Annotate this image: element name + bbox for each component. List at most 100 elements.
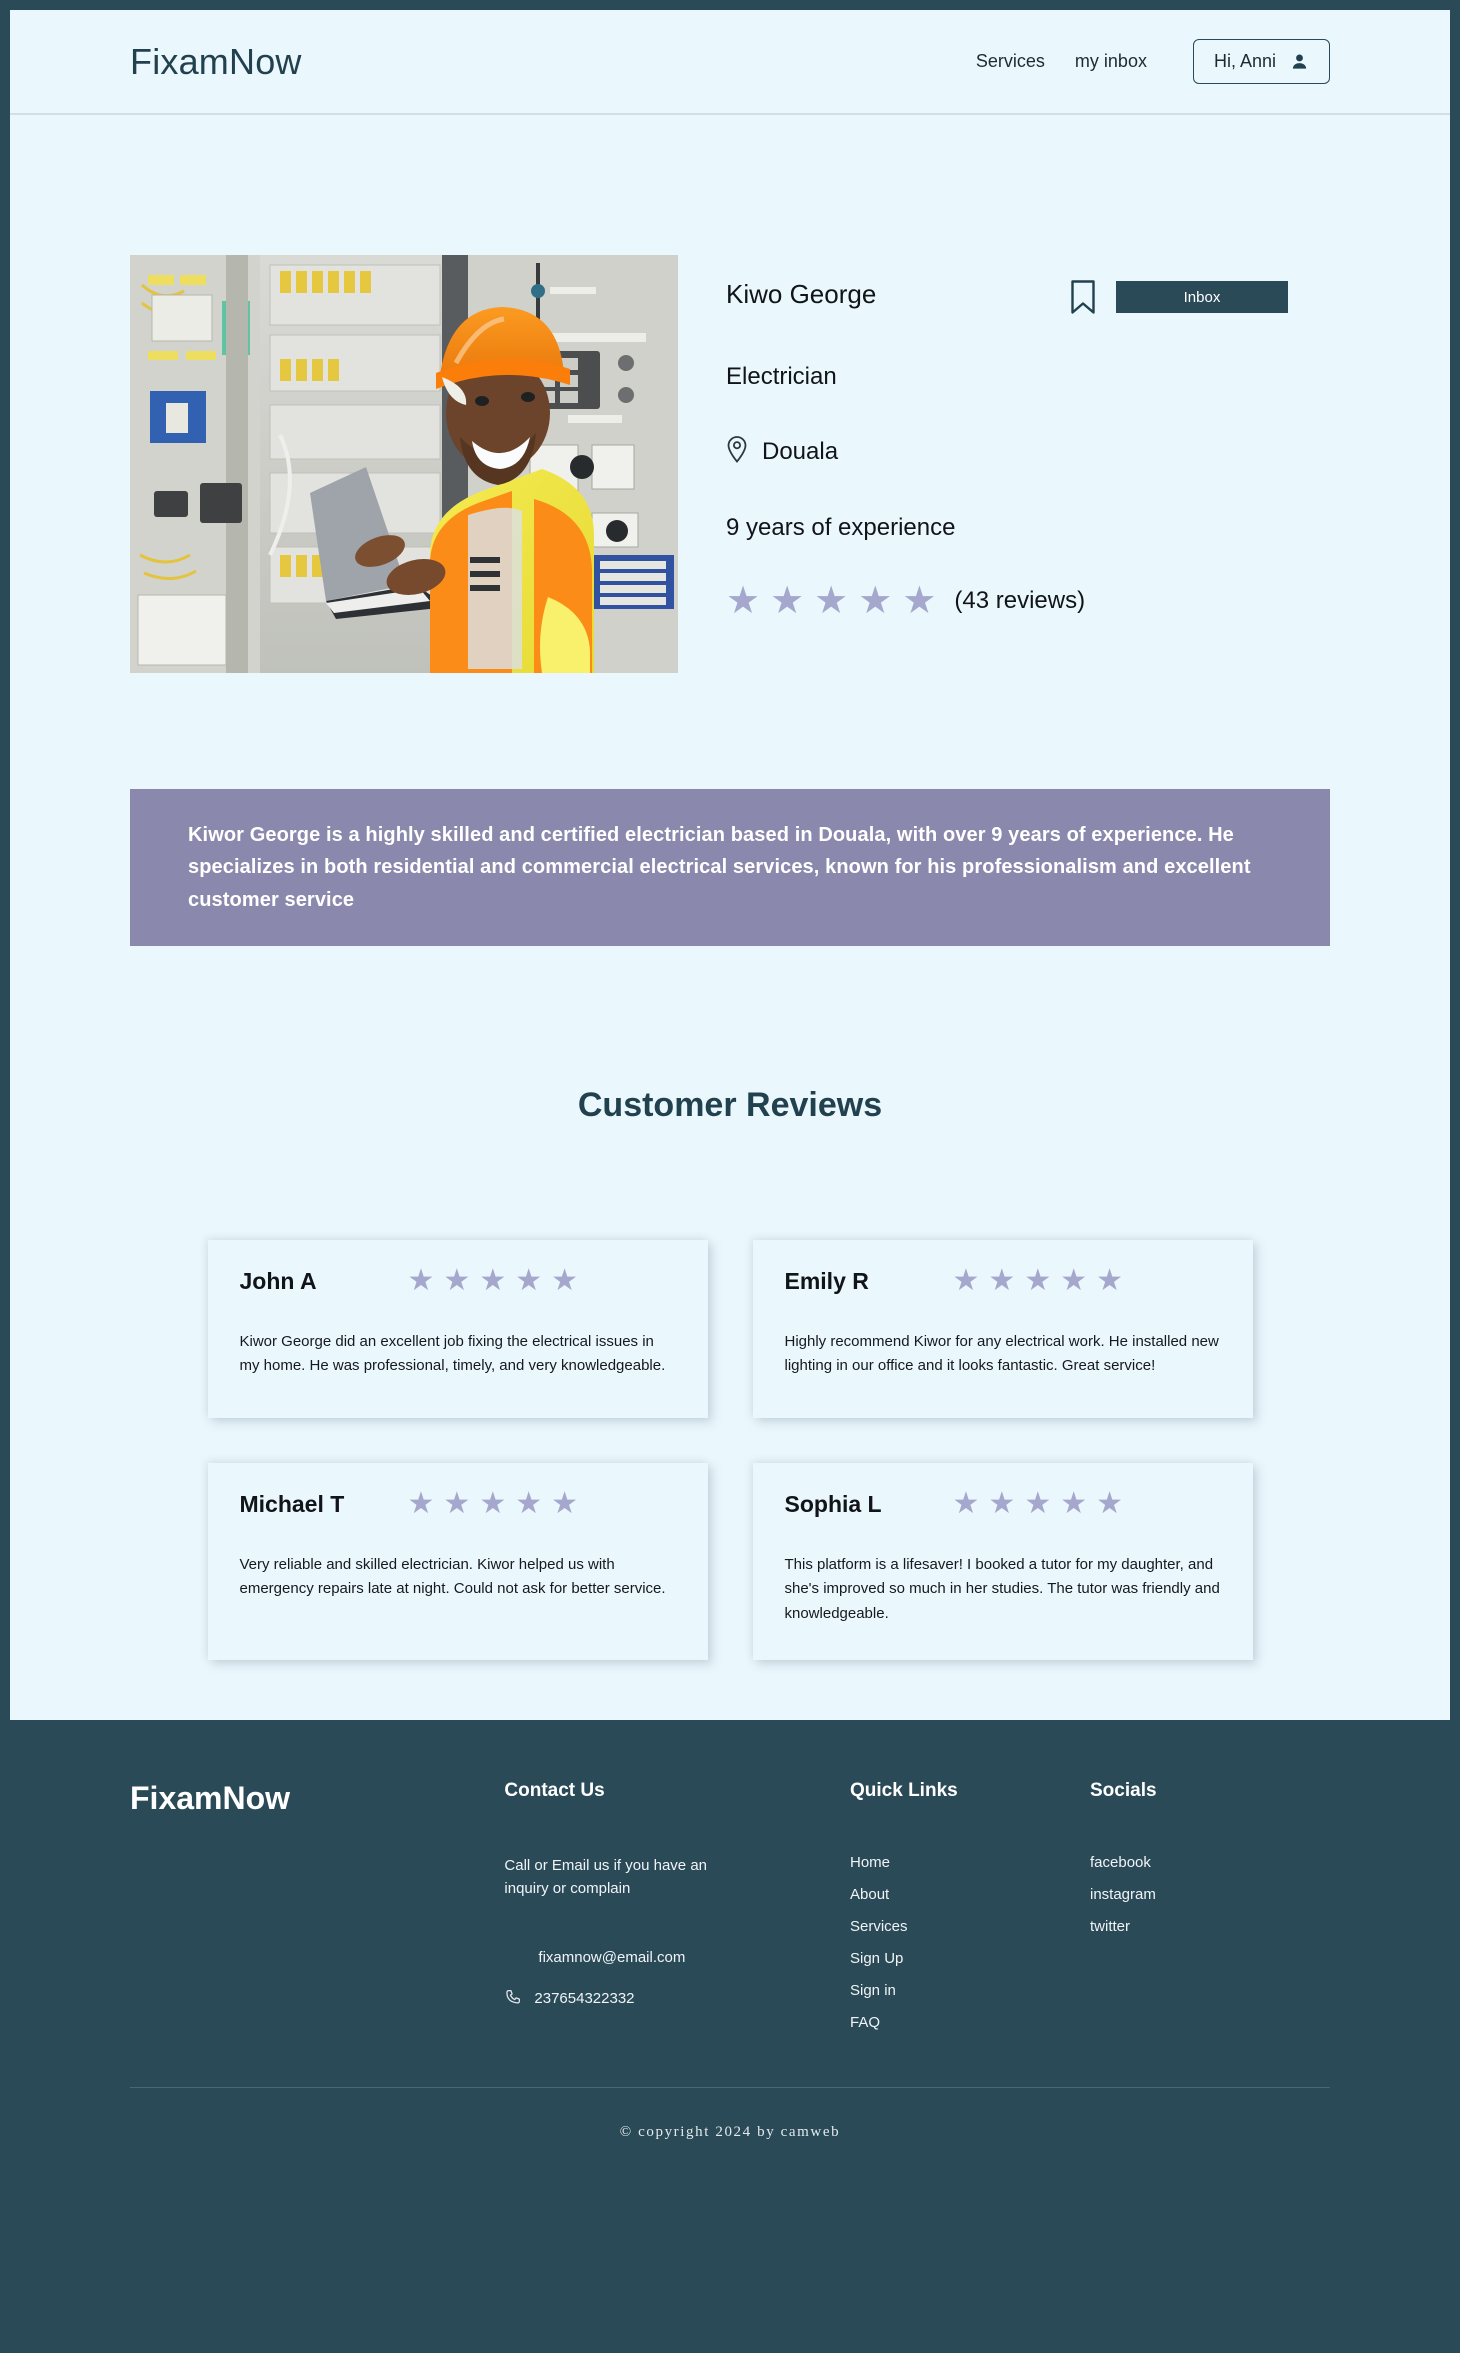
footer-list-item: Home [850, 1854, 1090, 1872]
inbox-button[interactable]: Inbox [1116, 281, 1288, 313]
bookmark-icon[interactable] [1070, 279, 1096, 315]
provider-profession: Electrician [726, 363, 837, 390]
star-icon: ★ [407, 1264, 435, 1298]
social-link-instagram[interactable]: instagram [1090, 1886, 1156, 1903]
review-text: Very reliable and skilled electrician. K… [239, 1556, 666, 1598]
footer-quick-links-list: Home About Services Sign Up Sign in FAQ [850, 1854, 1090, 2032]
provider-header-row: Kiwo George Inbox [726, 279, 1330, 315]
quick-link-faq[interactable]: FAQ [850, 2014, 880, 2031]
site-header: FixamNow Services my inbox Hi, Anni [10, 10, 1450, 115]
review-rating-stars: ★ ★ ★ ★ ★ [408, 1266, 579, 1296]
star-icon: ★ [726, 580, 761, 622]
reviewer-name: Michael T [239, 1490, 345, 1517]
provider-photo [130, 255, 678, 673]
footer-brand-logo[interactable]: FixamNow [130, 1780, 504, 1817]
rating-stars[interactable]: ★ ★ ★ ★ ★ [726, 582, 936, 620]
footer-list-item: instagram [1090, 1886, 1330, 1904]
footer-socials-list: facebook instagram twitter [1090, 1854, 1330, 1936]
main-navigation: Services my inbox Hi, Anni [974, 39, 1330, 84]
footer-phone-number: 237654322332 [534, 1990, 635, 2008]
footer-brand-column: FixamNow [130, 1780, 504, 1817]
review-header: John A ★ ★ ★ ★ ★ [240, 1266, 676, 1296]
main-content: Kiwo George Inbox Electrician Douala 9 y… [10, 115, 1450, 1721]
star-icon: ★ [515, 1487, 543, 1521]
footer-socials-heading: Socials [1090, 1780, 1157, 1802]
star-icon: ★ [407, 1487, 435, 1521]
star-icon: ★ [443, 1487, 471, 1521]
review-text: Kiwor George did an excellent job fixing… [239, 1333, 666, 1375]
provider-rating: ★ ★ ★ ★ ★ (43 reviews) [726, 582, 1330, 620]
review-header: Michael T ★ ★ ★ ★ ★ [240, 1489, 676, 1519]
site-footer: FixamNow Contact Us Call or Email us if … [10, 1720, 1450, 2188]
star-icon: ★ [515, 1264, 543, 1298]
quick-link-services[interactable]: Services [850, 1918, 908, 1935]
footer-socials-column: Socials facebook instagram twitter [1090, 1780, 1330, 1936]
footer-list-item: Services [850, 1918, 1090, 1936]
review-text: Highly recommend Kiwor for any electrica… [784, 1333, 1219, 1375]
star-icon: ★ [1060, 1487, 1088, 1521]
quick-link-about[interactable]: About [850, 1886, 889, 1903]
brand-logo[interactable]: FixamNow [130, 41, 302, 83]
star-icon: ★ [858, 580, 893, 622]
footer-list-item: FAQ [850, 2014, 1090, 2032]
footer-quick-links-column: Quick Links Home About Services Sign Up Sign… [850, 1780, 1090, 2032]
copyright-text: © copyright 2024 by camweb [619, 2124, 841, 2141]
star-icon: ★ [770, 580, 805, 622]
review-rating-stars: ★ ★ ★ ★ ★ [953, 1266, 1124, 1296]
location-text: Douala [762, 437, 839, 465]
star-icon: ★ [1096, 1264, 1124, 1298]
quick-link-home[interactable]: Home [850, 1854, 890, 1871]
footer-list-item: Sign in [850, 1982, 1090, 2000]
footer-contact-description: Call or Email us if you have an inquiry … [504, 1857, 708, 1898]
star-icon: ★ [1060, 1264, 1088, 1298]
quick-link-sign-in[interactable]: Sign in [850, 1982, 896, 1999]
review-header: Sophia L ★ ★ ★ ★ ★ [785, 1489, 1221, 1519]
star-icon: ★ [1096, 1487, 1124, 1521]
provider-actions: Inbox [1070, 279, 1330, 315]
review-header: Emily R ★ ★ ★ ★ ★ [785, 1266, 1221, 1296]
footer-columns: FixamNow Contact Us Call or Email us if … [130, 1780, 1330, 2032]
social-link-twitter[interactable]: twitter [1090, 1918, 1130, 1935]
star-icon: ★ [1024, 1487, 1052, 1521]
provider-profile: Kiwo George Inbox Electrician Douala 9 y… [10, 115, 1450, 673]
review-card: John A ★ ★ ★ ★ ★ Kiwor George did an excellent… [207, 1240, 708, 1419]
star-icon: ★ [952, 1487, 980, 1521]
phone-icon [504, 1988, 522, 2010]
star-icon: ★ [952, 1264, 980, 1298]
footer-contact-phone-row[interactable]: 237654322332 [504, 1988, 850, 2010]
nav-item-my-inbox[interactable]: my inbox [1073, 47, 1149, 76]
star-icon: ★ [479, 1487, 507, 1521]
star-icon: ★ [479, 1264, 507, 1298]
footer-contact-heading: Contact Us [504, 1780, 605, 1802]
quick-link-sign-up[interactable]: Sign Up [850, 1950, 903, 1967]
footer-contact-column: Contact Us Call or Email us if you have … [504, 1780, 850, 2010]
provider-location: Douala [726, 435, 1330, 468]
provider-experience: 9 years of experience [726, 514, 956, 541]
nav-item-services[interactable]: Services [974, 47, 1047, 76]
footer-list-item: About [850, 1886, 1090, 1904]
star-icon: ★ [988, 1264, 1016, 1298]
customer-reviews-grid: John A ★ ★ ★ ★ ★ Kiwor George did an excellent… [10, 1240, 1450, 1661]
social-link-facebook[interactable]: facebook [1090, 1854, 1151, 1871]
reviewer-name: Emily R [784, 1267, 869, 1294]
footer-contact-email[interactable]: fixamnow@email.com [504, 1949, 850, 1966]
footer-list-item: facebook [1090, 1854, 1330, 1872]
review-count-label: (43 reviews) [954, 587, 1086, 614]
star-icon: ★ [902, 580, 937, 622]
footer-quick-links-heading: Quick Links [850, 1780, 958, 1802]
provider-bio-banner: Kiwor George is a highly skilled and cer… [130, 789, 1330, 947]
user-avatar-icon [1290, 52, 1309, 71]
star-icon: ★ [443, 1264, 471, 1298]
provider-details: Kiwo George Inbox Electrician Douala 9 y… [726, 255, 1330, 620]
provider-name: Kiwo George [726, 279, 877, 309]
star-icon: ★ [988, 1487, 1016, 1521]
reviewer-name: Sophia L [784, 1490, 882, 1517]
footer-list-item: twitter [1090, 1918, 1330, 1936]
user-account-button[interactable]: Hi, Anni [1192, 39, 1330, 84]
star-icon: ★ [814, 580, 849, 622]
page-root: FixamNow Services my inbox Hi, Anni Kiwo… [0, 0, 1460, 2353]
star-icon: ★ [551, 1264, 579, 1298]
review-card: Sophia L ★ ★ ★ ★ ★ This platform is a lifesave… [752, 1463, 1253, 1661]
review-text: This platform is a lifesaver! I booked a… [784, 1556, 1220, 1622]
review-card: Michael T ★ ★ ★ ★ ★ Very reliable and skilled … [207, 1463, 708, 1661]
